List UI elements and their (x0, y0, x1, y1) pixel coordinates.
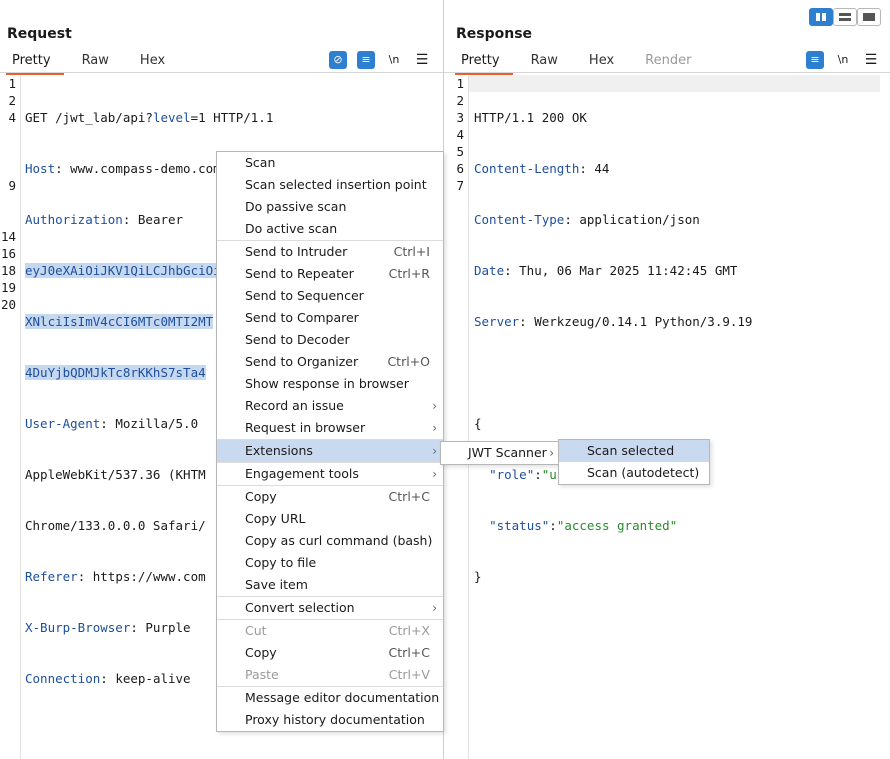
menu-item-paste[interactable]: Paste Ctrl+V (217, 664, 443, 686)
menu-item-send-sequencer[interactable]: Send to Sequencer (217, 285, 443, 307)
context-menu: Scan Scan selected insertion point Do pa… (216, 151, 444, 732)
menu-item-scan-autodetect[interactable]: Scan (autodetect) (559, 462, 709, 484)
response-tab-pretty[interactable]: Pretty (455, 52, 513, 75)
menu-item-proxy-docs[interactable]: Proxy history documentation (217, 709, 443, 731)
show-newlines-button[interactable]: \n (834, 51, 852, 69)
menu-item-copy-2[interactable]: Copy Ctrl+C (217, 642, 443, 664)
wrap-lines-icon[interactable]: ≡ (806, 51, 824, 69)
chevron-right-icon: › (432, 444, 437, 458)
json-open: { (474, 416, 482, 431)
request-line: GET /jwt_lab/api?level=1 HTTP/1.1 (25, 110, 274, 125)
menu-item-scan-insertion-point[interactable]: Scan selected insertion point (217, 174, 443, 196)
wrap-lines-icon[interactable]: ≡ (357, 51, 375, 69)
response-header: Server: Werkzeug/0.14.1 Python/3.9.19 (474, 314, 753, 329)
menu-item-copy-url[interactable]: Copy URL (217, 508, 443, 530)
menu-item-record-issue[interactable]: Record an issue › (217, 395, 443, 417)
menu-item-send-organizer[interactable]: Send to Organizer Ctrl+O (217, 351, 443, 373)
response-editor[interactable]: HTTP/1.1 200 OK Content-Length: 44 Conte… (474, 75, 752, 619)
line-number: 6 (456, 161, 464, 176)
show-newlines-button[interactable]: \n (385, 51, 403, 69)
line-number: 3 (456, 110, 464, 125)
menu-item-passive-scan[interactable]: Do passive scan (217, 196, 443, 218)
menu-item-send-repeater[interactable]: Send to Repeater Ctrl+R (217, 263, 443, 285)
chevron-right-icon: › (432, 399, 437, 413)
json-line: "status":"access granted" (489, 518, 678, 533)
chevron-right-icon: › (432, 467, 437, 481)
menu-item-engagement-tools[interactable]: Engagement tools › (217, 463, 443, 485)
request-tab-raw[interactable]: Raw (76, 52, 122, 72)
single-pane-icon[interactable] (857, 8, 881, 26)
menu-item-send-intruder[interactable]: Send to Intruder Ctrl+I (217, 241, 443, 263)
menu-item-copy-to-file[interactable]: Copy to file (217, 552, 443, 574)
line-number: 4 (8, 110, 16, 125)
menu-item-copy-curl[interactable]: Copy as curl command (bash) (217, 530, 443, 552)
request-tabs: Pretty Raw Hex (6, 52, 190, 75)
response-header: Content-Length: 44 (474, 161, 610, 176)
menu-item-convert-selection[interactable]: Convert selection › (217, 597, 443, 619)
menu-item-scan[interactable]: Scan (217, 152, 443, 174)
response-tab-raw[interactable]: Raw (525, 52, 571, 72)
response-pane: Response Pretty Raw Hex Render ≡ \n ☰ 1 … (444, 0, 890, 759)
line-number: 18 (0, 263, 16, 278)
menu-item-active-scan[interactable]: Do active scan (217, 218, 443, 240)
chevron-right-icon: › (549, 446, 554, 460)
tab-divider (444, 72, 890, 73)
line-number: 1 (8, 76, 16, 91)
response-tab-hex[interactable]: Hex (583, 52, 627, 72)
json-close: } (474, 569, 482, 584)
menu-item-save-item[interactable]: Save item (217, 574, 443, 596)
request-gutter: 1 2 4 9 14 16 18 19 20 (0, 76, 21, 759)
line-number: 19 (0, 280, 16, 295)
menu-item-cut[interactable]: Cut Ctrl+X (217, 620, 443, 642)
line-number: 2 (456, 93, 464, 108)
empty-line (474, 364, 752, 381)
menu-item-copy[interactable]: Copy Ctrl+C (217, 486, 443, 508)
menu-icon[interactable]: ☰ (862, 51, 880, 69)
menu-item-send-decoder[interactable]: Send to Decoder (217, 329, 443, 351)
response-gutter: 1 2 3 4 5 6 7 (448, 76, 469, 759)
menu-item-request-in-browser[interactable]: Request in browser › (217, 417, 443, 439)
request-tab-hex[interactable]: Hex (134, 52, 178, 72)
split-rows-icon[interactable] (833, 8, 857, 26)
line-number: 9 (8, 178, 16, 193)
response-header: Date: Thu, 06 Mar 2025 11:42:45 GMT (474, 263, 738, 278)
chevron-right-icon: › (432, 421, 437, 435)
response-title: Response (456, 26, 533, 42)
response-tabs: Pretty Raw Hex Render (455, 52, 716, 75)
line-number: 14 (0, 229, 16, 244)
split-columns-icon[interactable] (809, 8, 833, 26)
response-tab-render[interactable]: Render (639, 52, 704, 72)
request-tab-pretty[interactable]: Pretty (6, 52, 64, 75)
tab-divider (0, 72, 443, 73)
line-number: 1 (456, 76, 464, 91)
line-number: 5 (456, 144, 464, 159)
response-header: Content-Type: application/json (474, 212, 700, 227)
line-number: 16 (0, 246, 16, 261)
menu-item-show-response[interactable]: Show response in browser (217, 373, 443, 395)
extensions-submenu: JWT Scanner › (440, 441, 561, 465)
menu-icon[interactable]: ☰ (413, 51, 431, 69)
menu-item-jwt-scanner[interactable]: JWT Scanner › (441, 442, 560, 464)
line-number: 20 (0, 297, 16, 312)
menu-item-extensions[interactable]: Extensions › (217, 440, 443, 462)
line-number: 7 (456, 178, 464, 193)
jwt-scanner-submenu: Scan selected Scan (autodetect) (558, 439, 710, 485)
menu-item-scan-selected[interactable]: Scan selected (559, 440, 709, 462)
menu-item-editor-docs[interactable]: Message editor documentation (217, 687, 443, 709)
request-title: Request (7, 26, 72, 42)
line-number: 2 (8, 93, 16, 108)
menu-item-send-comparer[interactable]: Send to Comparer (217, 307, 443, 329)
chevron-right-icon: › (432, 601, 437, 615)
line-number: 4 (456, 127, 464, 142)
status-line: HTTP/1.1 200 OK (474, 110, 587, 125)
hide-nonprintable-icon[interactable]: ⊘ (329, 51, 347, 69)
